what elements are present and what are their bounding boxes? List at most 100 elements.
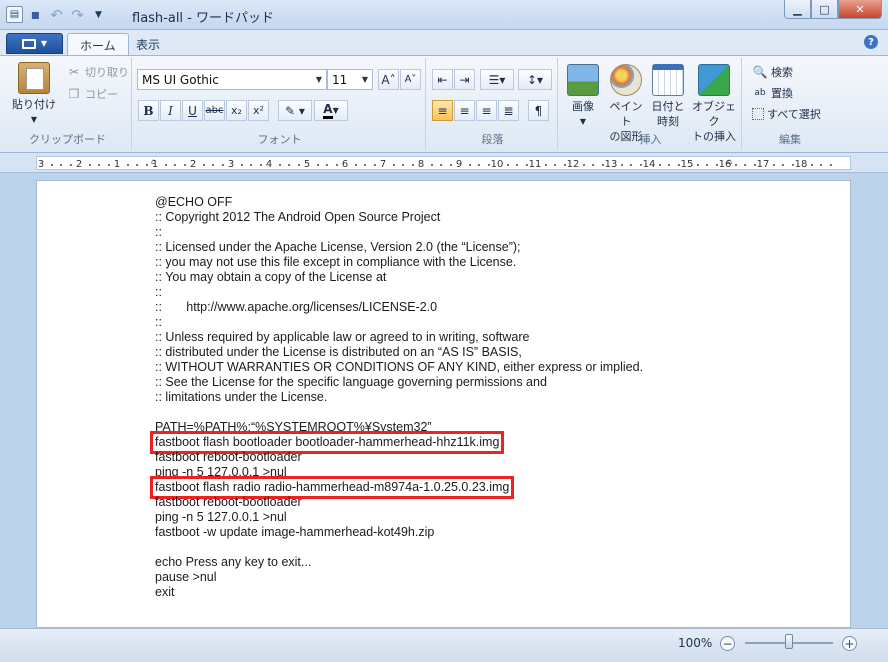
find-button[interactable]: 🔍 検索 (752, 64, 793, 80)
undo-icon[interactable]: ↶ (48, 6, 65, 24)
window-controls: ▁ □ ✕ (784, 0, 882, 19)
customize-qat-dropdown-icon[interactable]: ▼ (90, 6, 107, 23)
ruler-number: 4 (265, 159, 273, 170)
document-line: pause >nul (155, 570, 217, 584)
ruler-tick (107, 164, 110, 166)
paragraph-group-label: 段落 (481, 133, 504, 146)
copy-button[interactable]: ❐ コピー (66, 86, 118, 102)
bold-button[interactable]: B (138, 100, 159, 121)
zoom-in-button[interactable]: + (842, 636, 857, 651)
paint-label-line1: ペイント (609, 100, 643, 128)
calendar-icon (652, 64, 684, 96)
ruler-number: 5 (303, 159, 311, 170)
ruler-tick (820, 164, 822, 166)
increase-indent-button[interactable]: ⇥ (454, 69, 475, 90)
wordpad-app-icon[interactable]: ▤ (6, 6, 23, 23)
shrink-font-icon: A˅ (404, 74, 417, 85)
cut-label: 切り取り (85, 66, 129, 79)
paste-icon (18, 62, 50, 94)
minimize-button[interactable]: ▁ (784, 0, 811, 19)
redo-icon[interactable]: ↷ (69, 6, 86, 24)
save-icon[interactable]: ▪ (27, 6, 44, 23)
font-family-value: MS UI Gothic (142, 72, 219, 87)
italic-button[interactable]: I (160, 100, 181, 121)
grow-font-button[interactable]: A˄ (378, 69, 399, 90)
ruler-tick (335, 164, 338, 166)
align-center-button[interactable]: ≡ (454, 100, 475, 121)
font-family-select[interactable]: MS UI Gothic ▼ (137, 69, 327, 90)
tab-view[interactable]: 表示 (124, 33, 172, 55)
ruler-tick (126, 164, 129, 166)
ruler[interactable]: ⌂ ⌂ 3 2 1 1 2 3 4 5 6 7 8 9 10 11 12 13 14 15 16 17 18 (0, 153, 888, 173)
ruler-tick (744, 164, 746, 166)
line-spacing-button[interactable]: ↕▾ (518, 69, 552, 90)
subscript-button[interactable]: x₂ (226, 100, 247, 121)
object-label-line1: オブジェク (692, 100, 736, 128)
zoom-slider-thumb[interactable] (785, 634, 793, 649)
ruler-tick (240, 164, 243, 166)
document-page[interactable]: @ECHO OFF:: Copyright 2012 The Android O… (36, 180, 851, 628)
paragraph-settings-button[interactable]: ¶ (528, 100, 549, 121)
title-bar: ▤ ▪ ↶ ↷ ▼ flash-all - ワードパッド ▁ □ ✕ (0, 0, 888, 30)
underline-icon: U (188, 103, 197, 118)
chevron-down-icon: ▼ (40, 39, 48, 48)
ruler-number: 11 (528, 159, 542, 170)
ruler-number: 9 (455, 159, 463, 170)
decrease-indent-icon: ⇤ (437, 72, 448, 87)
document-line: :: http://www.apache.org/licenses/LICENS… (155, 300, 438, 314)
document-line: :: (155, 285, 162, 299)
ruler-tick (440, 164, 442, 166)
quick-access-toolbar: ▤ ▪ ↶ ↷ ▼ (6, 6, 107, 24)
align-left-icon: ≡ (437, 103, 448, 118)
ruler-tick (630, 164, 632, 166)
ruler-number: 3 (227, 159, 235, 170)
document-line: fastboot -w update image-hammerhead-kot4… (155, 525, 435, 539)
ruler-tick (50, 164, 53, 166)
align-right-button[interactable]: ≡ (476, 100, 497, 121)
ruler-tick (88, 164, 91, 166)
ruler-tick (354, 164, 357, 166)
ruler-tick (449, 164, 452, 166)
cut-button[interactable]: ✂ 切り取り (66, 64, 129, 80)
document-line: exit (155, 585, 175, 599)
superscript-button[interactable]: x² (248, 100, 269, 121)
shrink-font-button[interactable]: A˅ (400, 69, 421, 90)
tab-home[interactable]: ホーム (67, 33, 129, 55)
zoom-level[interactable]: 100% (678, 636, 712, 650)
help-icon[interactable]: ? (864, 35, 878, 49)
replace-button[interactable]: ab 置換 (752, 85, 793, 101)
editing-group: 🔍 検索 ab 置換 すべて選択 編集 (744, 58, 836, 150)
select-all-label: すべて選択 (767, 108, 821, 121)
insert-group-label: 挿入 (639, 133, 662, 146)
subscript-icon: x₂ (231, 104, 242, 117)
ruler-number: 1 (113, 159, 121, 170)
highlight-color-button[interactable]: ✎ ▾ (278, 100, 312, 121)
document-line: :: (155, 315, 162, 329)
ruler-tick (753, 164, 756, 166)
close-button[interactable]: ✕ (838, 0, 882, 19)
application-menu-button[interactable]: ▼ (6, 33, 63, 54)
picture-button[interactable]: 画像 ▼ (566, 64, 600, 129)
date-time-button[interactable]: 日付と 時刻 (648, 64, 688, 129)
ruler-tick (326, 164, 328, 166)
ruler-track: ⌂ ⌂ 3 2 1 1 2 3 4 5 6 7 8 9 10 11 12 13 14 15 16 17 18 (36, 156, 851, 170)
decrease-indent-button[interactable]: ⇤ (432, 69, 453, 90)
select-all-button[interactable]: すべて選択 (752, 106, 821, 122)
underline-button[interactable]: U (182, 100, 203, 121)
ruler-number: 13 (604, 159, 618, 170)
ruler-tick (402, 164, 404, 166)
font-color-button[interactable]: A ▼ (314, 100, 348, 121)
ruler-tick (164, 164, 167, 166)
bullets-button[interactable]: ☰▾ (480, 69, 514, 90)
strikethrough-button[interactable]: abc (204, 100, 225, 121)
ruler-tick (221, 164, 224, 166)
font-size-select[interactable]: 11 ▼ (327, 69, 373, 90)
paste-button[interactable]: 貼り付け ▼ (12, 62, 56, 127)
align-left-button[interactable]: ≡ (432, 100, 453, 121)
justify-button[interactable]: ≣ (498, 100, 519, 121)
paste-label: 貼り付け (12, 98, 56, 111)
zoom-out-button[interactable]: − (720, 636, 735, 651)
replace-label: 置換 (771, 87, 793, 100)
maximize-button[interactable]: □ (811, 0, 838, 19)
bold-icon: B (143, 103, 154, 118)
